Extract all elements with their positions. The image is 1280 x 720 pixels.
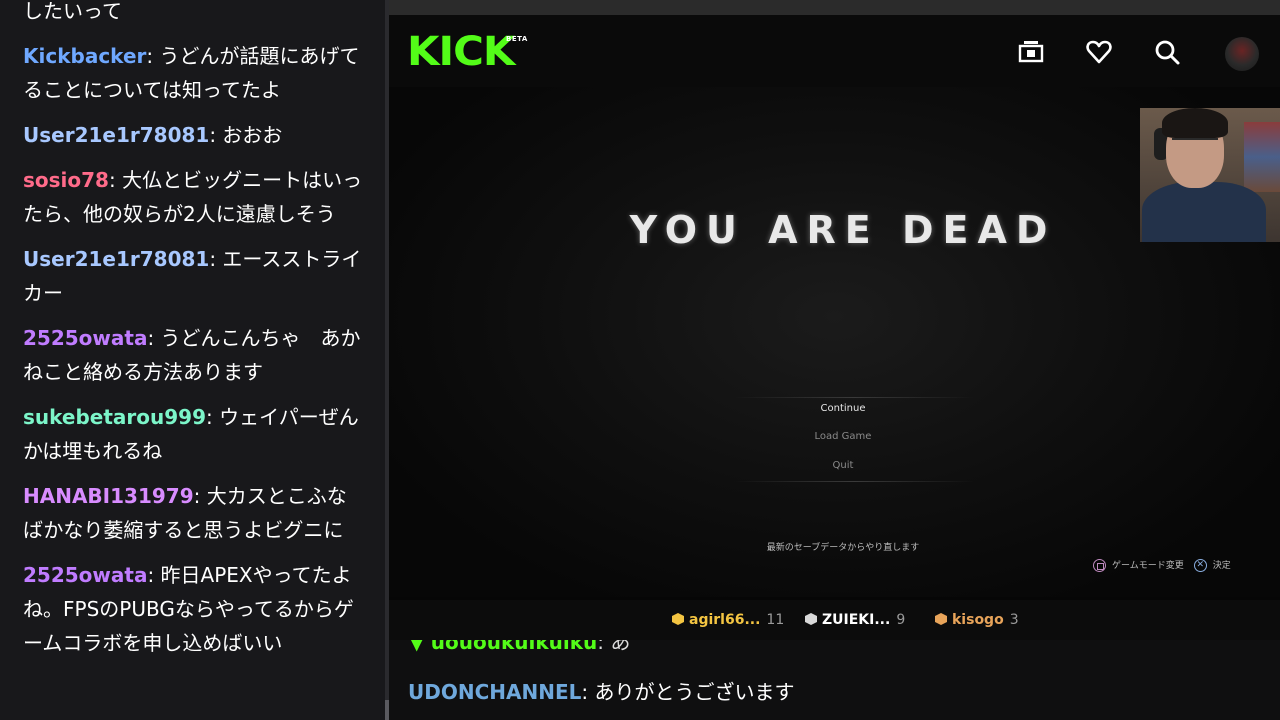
chat-message: HANABI131979: 大カスとこふなばかなり萎縮すると思うよビグニに <box>0 479 388 547</box>
menu-load-game[interactable]: Load Game <box>743 431 943 442</box>
background-shelf <box>1244 122 1280 192</box>
chat-message-list: したいって Kickbacker: うどんが話題にあげてることについては知ってたよ… <box>0 0 388 671</box>
chat-username[interactable]: Kickbacker <box>23 44 146 68</box>
menu-quit[interactable]: Quit <box>743 460 943 471</box>
game-over-title: YOU ARE DEAD <box>629 208 1057 252</box>
chat-message: Kickbacker: うどんが話題にあげてることについては知ってたよ <box>0 39 388 107</box>
menu-hint: 最新のセーブデータからやり直します <box>766 543 920 553</box>
menu-divider-top <box>734 397 974 398</box>
chat-username[interactable]: User21e1r78081 <box>23 123 209 147</box>
glasses <box>1172 138 1218 152</box>
chat-username[interactable]: 2525owata <box>23 563 147 587</box>
leaderboard-name: agirl66... <box>689 612 761 628</box>
chat-text: したいって <box>23 0 122 23</box>
leaderboard-count: 3 <box>1009 612 1019 628</box>
chat-message: 2525owata: 昨日APEXやってたよね。FPSのPUBGならやってるから… <box>0 558 388 660</box>
chat-username[interactable]: 2525owata <box>23 326 147 350</box>
chat-username[interactable]: User21e1r78081 <box>23 247 209 271</box>
chat-message: UDONCHANNEL: ありがとうございます <box>408 676 794 705</box>
stream-player[interactable]: KICK BETA YOU ARE DEAD Continue Load Gam… <box>389 15 1280 640</box>
chat-message: User21e1r78081: エースストライカー <box>0 242 388 310</box>
badge-icon: ▼ <box>409 640 431 654</box>
menu-divider-bottom <box>734 481 974 482</box>
leaderboard-count: 11 <box>766 612 785 628</box>
heart-icon[interactable] <box>1084 37 1114 67</box>
menu-continue[interactable]: Continue <box>743 400 943 418</box>
chat-username[interactable]: HANABI131979 <box>23 484 194 508</box>
chat-username[interactable]: uououkuikuiku <box>431 640 598 654</box>
square-button-icon <box>1093 559 1106 572</box>
chat-message: したいって <box>0 0 388 28</box>
search-icon[interactable] <box>1152 37 1182 67</box>
chat-username[interactable]: UDONCHANNEL <box>408 680 581 704</box>
bronze-badge-icon <box>935 613 947 625</box>
leaderboard-entry[interactable]: agirl66... 11 <box>672 612 784 628</box>
controller-hints: ゲームモード変更 ✕ 決定 <box>1093 558 1231 572</box>
kick-logo[interactable]: KICK <box>407 29 515 75</box>
chat-message: User21e1r78081: おおお <box>0 118 388 152</box>
avatar[interactable] <box>1225 37 1259 71</box>
leaderboard-count: 9 <box>896 612 906 628</box>
leaderboard-name: kisogo <box>952 612 1004 628</box>
chat-message-partial: ▼ uououkuikuiku: あ <box>409 640 630 655</box>
chat-text: : あ <box>597 640 631 654</box>
kick-navbar: KICK BETA <box>389 15 1280 87</box>
mode-change-label: ゲームモード変更 <box>1112 561 1184 571</box>
gold-badge-icon <box>672 613 684 625</box>
chat-text: : ありがとうございます <box>581 680 795 704</box>
cross-button-icon: ✕ <box>1193 559 1207 572</box>
left-chat-panel: したいって Kickbacker: うどんが話題にあげてることについては知ってたよ… <box>0 0 388 720</box>
leaderboard-entry[interactable]: kisogo 3 <box>935 612 1019 628</box>
confirm-label: 決定 <box>1212 561 1231 571</box>
streamer-hair <box>1162 108 1228 138</box>
chat-message: 2525owata: うどんこんちゃ あかねこと絡める方法あります <box>0 321 388 389</box>
kick-chat: ▼ uououkuikuiku: あ UDONCHANNEL: ありがとうござい… <box>389 640 1280 720</box>
leaderboard-name: ZUIEKI... <box>822 612 891 628</box>
chat-text: : おおお <box>209 123 283 147</box>
chat-message: sukebetarou999: ウェイパーぜんかは埋もれるね <box>0 400 388 468</box>
chat-username[interactable]: sosio78 <box>23 168 109 192</box>
beta-badge: BETA <box>506 35 528 43</box>
chat-message: sosio78: 大仏とビッグニートはいったら、他の奴らが2人に遠慮しそう <box>0 163 388 231</box>
window-top-strip <box>389 0 1280 15</box>
chat-username[interactable]: sukebetarou999 <box>23 405 206 429</box>
silver-badge-icon <box>805 613 817 625</box>
gifter-leaderboard: agirl66... 11 ZUIEKI... 9 kisogo 3 <box>389 600 1280 640</box>
leaderboard-entry[interactable]: ZUIEKI... 9 <box>805 612 905 628</box>
theater-mode-icon[interactable] <box>1016 37 1046 67</box>
